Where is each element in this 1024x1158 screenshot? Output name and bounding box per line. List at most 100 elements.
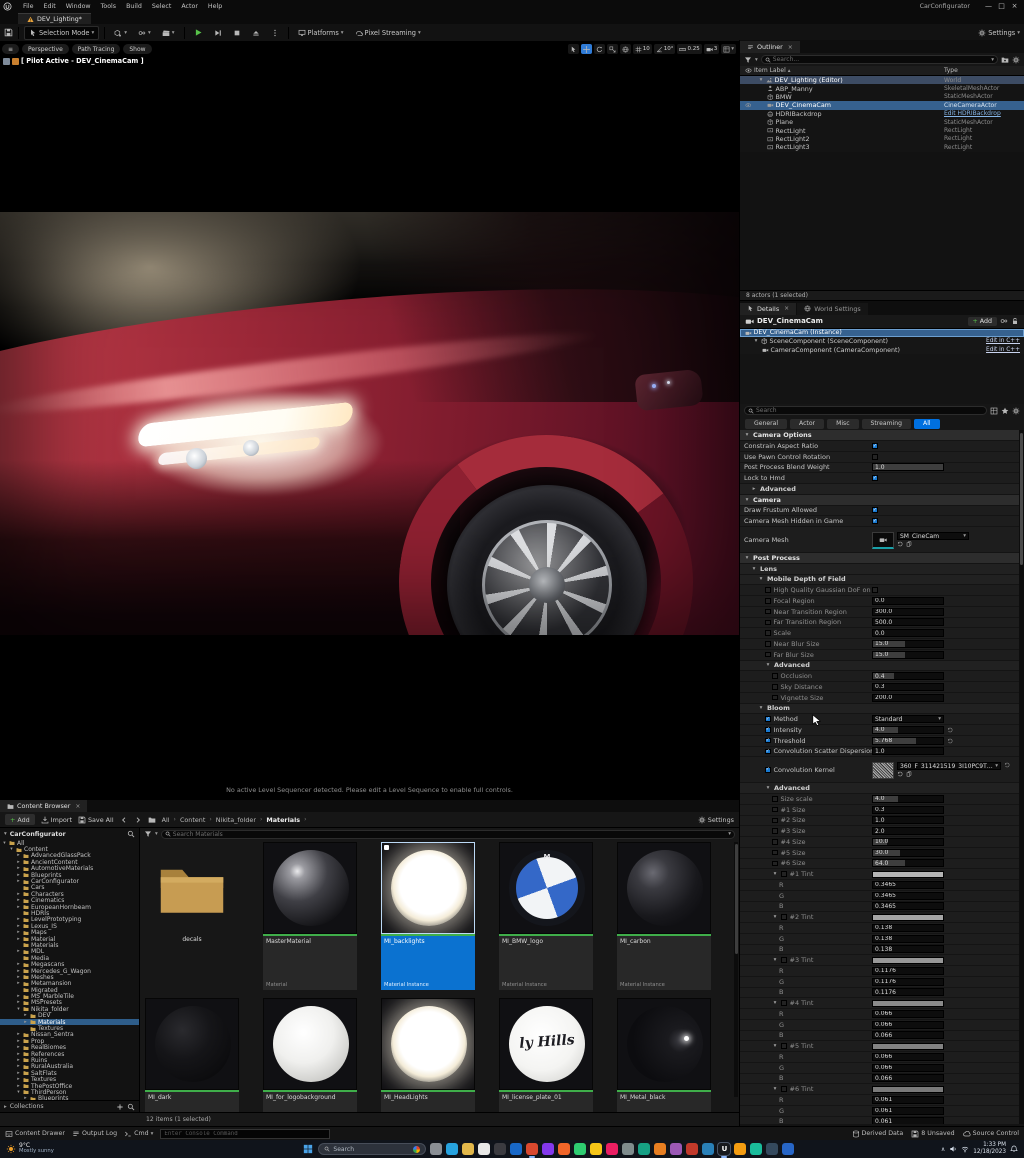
- expand-arrow[interactable]: ▸: [16, 949, 21, 954]
- play-button[interactable]: [190, 26, 207, 39]
- asset-tile[interactable]: ly HillsMI_license_plate_01Material Inst…: [499, 998, 593, 1112]
- asset-tile[interactable]: MI_HeadLightsMaterial Instance: [381, 998, 475, 1112]
- override-checkbox[interactable]: [781, 871, 787, 877]
- expand-arrow[interactable]: ▾: [744, 432, 750, 438]
- collections-bar[interactable]: ▸ Collections: [0, 1100, 139, 1112]
- pilot-camera-icon[interactable]: [3, 58, 10, 65]
- override-checkbox[interactable]: [765, 652, 771, 658]
- number-input[interactable]: 1.0: [872, 747, 944, 755]
- sources-header[interactable]: ▾ CarConfigurator: [0, 828, 139, 840]
- expand-arrow[interactable]: ▾: [16, 1007, 21, 1012]
- expand-arrow[interactable]: ▾: [772, 1043, 778, 1049]
- asset-tile[interactable]: MMI_BMW_logoMaterial Instance: [499, 842, 593, 990]
- taskbar-app-icon[interactable]: [654, 1143, 666, 1155]
- expand-arrow[interactable]: ▾: [16, 1090, 21, 1095]
- filter-tab-general[interactable]: General: [745, 419, 787, 429]
- source-control-button[interactable]: Source Control: [963, 1130, 1019, 1138]
- number-input[interactable]: 0.3465: [872, 881, 944, 889]
- details-property-row[interactable]: R0.1176: [740, 966, 1024, 977]
- edit-link[interactable]: Edit HDRIBackdrop: [944, 110, 1024, 117]
- expand-arrow[interactable]: ▸: [16, 873, 21, 878]
- cmd-dropdown[interactable]: Cmd▾: [124, 1130, 153, 1138]
- pilot-eject-icon[interactable]: [12, 58, 19, 65]
- color-swatch[interactable]: [872, 1086, 944, 1093]
- outliner-settings-icon[interactable]: [1012, 56, 1020, 64]
- details-property-row[interactable]: Camera MeshSM_CineCam▾: [740, 527, 1024, 553]
- number-input[interactable]: 5.768: [872, 737, 944, 745]
- override-checkbox[interactable]: [781, 1086, 787, 1092]
- details-subcategory[interactable]: ▾Bloom: [740, 704, 1024, 715]
- add-component-button[interactable]: +Add: [968, 317, 997, 326]
- taskbar-app-icon[interactable]: [526, 1143, 538, 1155]
- number-input[interactable]: 0.066: [872, 1053, 944, 1061]
- override-checkbox[interactable]: [772, 839, 778, 845]
- taskbar-app-icon[interactable]: [638, 1143, 650, 1155]
- details-property-row[interactable]: ▾#3 Tint: [740, 955, 1024, 966]
- menu-item-window[interactable]: Window: [61, 3, 96, 10]
- tab-world-settings[interactable]: World Settings: [797, 303, 868, 315]
- color-swatch[interactable]: [872, 914, 944, 921]
- import-button[interactable]: Import: [41, 816, 72, 824]
- taskbar-app-icon[interactable]: [734, 1143, 746, 1155]
- viewport-menu-show[interactable]: Show: [123, 44, 151, 54]
- number-input[interactable]: 10.0: [872, 838, 944, 846]
- color-swatch[interactable]: [872, 957, 944, 964]
- move-tool[interactable]: [581, 44, 592, 54]
- expand-arrow[interactable]: ▾: [772, 871, 778, 877]
- breadcrumb-item[interactable]: Content: [180, 816, 205, 824]
- asset-search[interactable]: ▾: [161, 830, 735, 839]
- asset-dropdown[interactable]: SM_CineCam▾: [897, 532, 969, 540]
- details-search[interactable]: [744, 406, 987, 415]
- expand-arrow[interactable]: ▾: [9, 847, 14, 852]
- taskbar-app-icon[interactable]: [590, 1143, 602, 1155]
- details-property-row[interactable]: Focal Region0.0: [740, 596, 1024, 607]
- details-property-row[interactable]: Far Transition Region500.0: [740, 618, 1024, 629]
- taskbar-clock[interactable]: 1:33 PM 12/18/2023: [973, 1142, 1006, 1155]
- details-property-row[interactable]: G0.1176: [740, 977, 1024, 988]
- details-settings-icon[interactable]: [1012, 407, 1020, 415]
- details-property-row[interactable]: G0.061: [740, 1106, 1024, 1117]
- expand-arrow[interactable]: ▸: [16, 860, 21, 865]
- outliner-row[interactable]: ABP_MannySkeletalMeshActor: [740, 84, 1024, 92]
- viewport-menu-path-tracing[interactable]: Path Tracing: [72, 44, 121, 54]
- details-property-row[interactable]: ✓Intensity4.0: [740, 725, 1024, 736]
- details-category-header[interactable]: ▾Camera: [740, 495, 1024, 506]
- number-input[interactable]: 0.066: [872, 1074, 944, 1082]
- close-icon[interactable]: ×: [75, 803, 80, 810]
- details-property-row[interactable]: Occlusion0.4: [740, 671, 1024, 682]
- number-input[interactable]: 2.0: [872, 827, 944, 835]
- convert-blueprint-icon[interactable]: [1000, 317, 1008, 325]
- number-input[interactable]: 0.0: [872, 629, 944, 637]
- color-swatch[interactable]: [872, 1000, 944, 1007]
- output-log-button[interactable]: Output Log: [72, 1130, 117, 1138]
- expand-arrow[interactable]: ▸: [16, 924, 21, 929]
- details-property-row[interactable]: ✓Convolution Kernel360_F_311421519_3I10P…: [740, 757, 1024, 783]
- expand-arrow[interactable]: ▾: [772, 957, 778, 963]
- filter-tab-actor[interactable]: Actor: [790, 419, 824, 429]
- taskbar-app-icon[interactable]: [686, 1143, 698, 1155]
- new-folder-icon[interactable]: [1001, 56, 1009, 64]
- details-property-row[interactable]: Far Blur Size15.0: [740, 650, 1024, 661]
- expand-arrow[interactable]: ▸: [16, 1039, 21, 1044]
- world-local-toggle[interactable]: [620, 44, 631, 54]
- close-icon[interactable]: ×: [784, 305, 789, 312]
- menu-item-file[interactable]: File: [18, 3, 39, 10]
- override-checkbox[interactable]: [765, 620, 771, 626]
- expand-arrow[interactable]: ▸: [16, 1071, 21, 1076]
- viewport-options-menu[interactable]: ≡: [2, 44, 19, 54]
- edit-in-cpp-link[interactable]: Edit in C++: [986, 347, 1020, 353]
- add-actor-dropdown[interactable]: ▾: [110, 27, 131, 39]
- selection-mode-dropdown[interactable]: Selection Mode ▾: [24, 26, 99, 40]
- details-property-row[interactable]: R0.066: [740, 1009, 1024, 1020]
- add-content-button[interactable]: +Add: [5, 814, 35, 825]
- menu-item-build[interactable]: Build: [121, 3, 147, 10]
- lock-icon[interactable]: [1011, 317, 1019, 325]
- details-property-row[interactable]: G0.066: [740, 1020, 1024, 1031]
- expand-arrow[interactable]: ▸: [16, 1052, 21, 1057]
- minimize-button[interactable]: —: [982, 2, 995, 10]
- expand-arrow[interactable]: ▸: [16, 930, 21, 935]
- viewport-menu-perspective[interactable]: Perspective: [22, 44, 69, 54]
- asset-tile[interactable]: MI_for_logobackgroundMaterial Instance: [263, 998, 357, 1112]
- forward-button[interactable]: [134, 816, 142, 824]
- edit-in-cpp-link[interactable]: Edit in C++: [986, 338, 1020, 344]
